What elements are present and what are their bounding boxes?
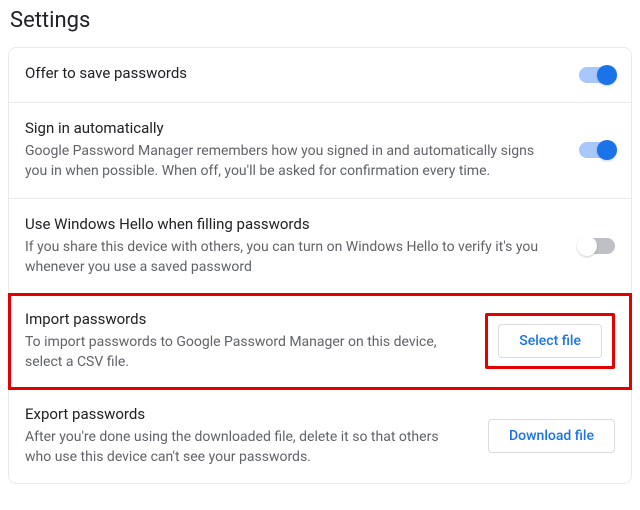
export-pw-desc: After you're done using the downloaded f… xyxy=(25,427,468,468)
toggle-knob xyxy=(577,236,597,256)
row-text: Use Windows Hello when filling passwords… xyxy=(25,215,559,278)
offer-save-toggle[interactable] xyxy=(579,67,615,83)
toggle-knob xyxy=(597,140,617,160)
download-file-button[interactable]: Download file xyxy=(488,419,615,453)
import-passwords-row: Import passwords To import passwords to … xyxy=(8,293,632,390)
row-text: Import passwords To import passwords to … xyxy=(25,310,465,373)
signin-automatically-row: Sign in automatically Google Password Ma… xyxy=(9,103,631,199)
export-pw-title: Export passwords xyxy=(25,405,468,423)
windows-hello-row: Use Windows Hello when filling passwords… xyxy=(9,199,631,295)
win-hello-title: Use Windows Hello when filling passwords xyxy=(25,215,559,233)
row-text: Export passwords After you're done using… xyxy=(25,405,468,468)
win-hello-desc: If you share this device with others, yo… xyxy=(25,237,559,278)
row-text: Sign in automatically Google Password Ma… xyxy=(25,119,559,182)
signin-auto-title: Sign in automatically xyxy=(25,119,559,137)
offer-save-passwords-row: Offer to save passwords xyxy=(9,48,631,103)
settings-card: Offer to save passwords Sign in automati… xyxy=(8,47,632,484)
import-pw-desc: To import passwords to Google Password M… xyxy=(25,332,465,373)
select-file-highlight: Select file xyxy=(485,313,615,369)
win-hello-toggle[interactable] xyxy=(579,238,615,254)
select-file-button[interactable]: Select file xyxy=(498,324,602,358)
signin-auto-toggle[interactable] xyxy=(579,142,615,158)
export-passwords-row: Export passwords After you're done using… xyxy=(9,389,631,484)
import-pw-title: Import passwords xyxy=(25,310,465,328)
signin-auto-desc: Google Password Manager remembers how yo… xyxy=(25,141,559,182)
page-title: Settings xyxy=(0,0,640,47)
toggle-knob xyxy=(597,65,617,85)
row-text: Offer to save passwords xyxy=(25,64,559,86)
offer-save-title: Offer to save passwords xyxy=(25,64,559,82)
